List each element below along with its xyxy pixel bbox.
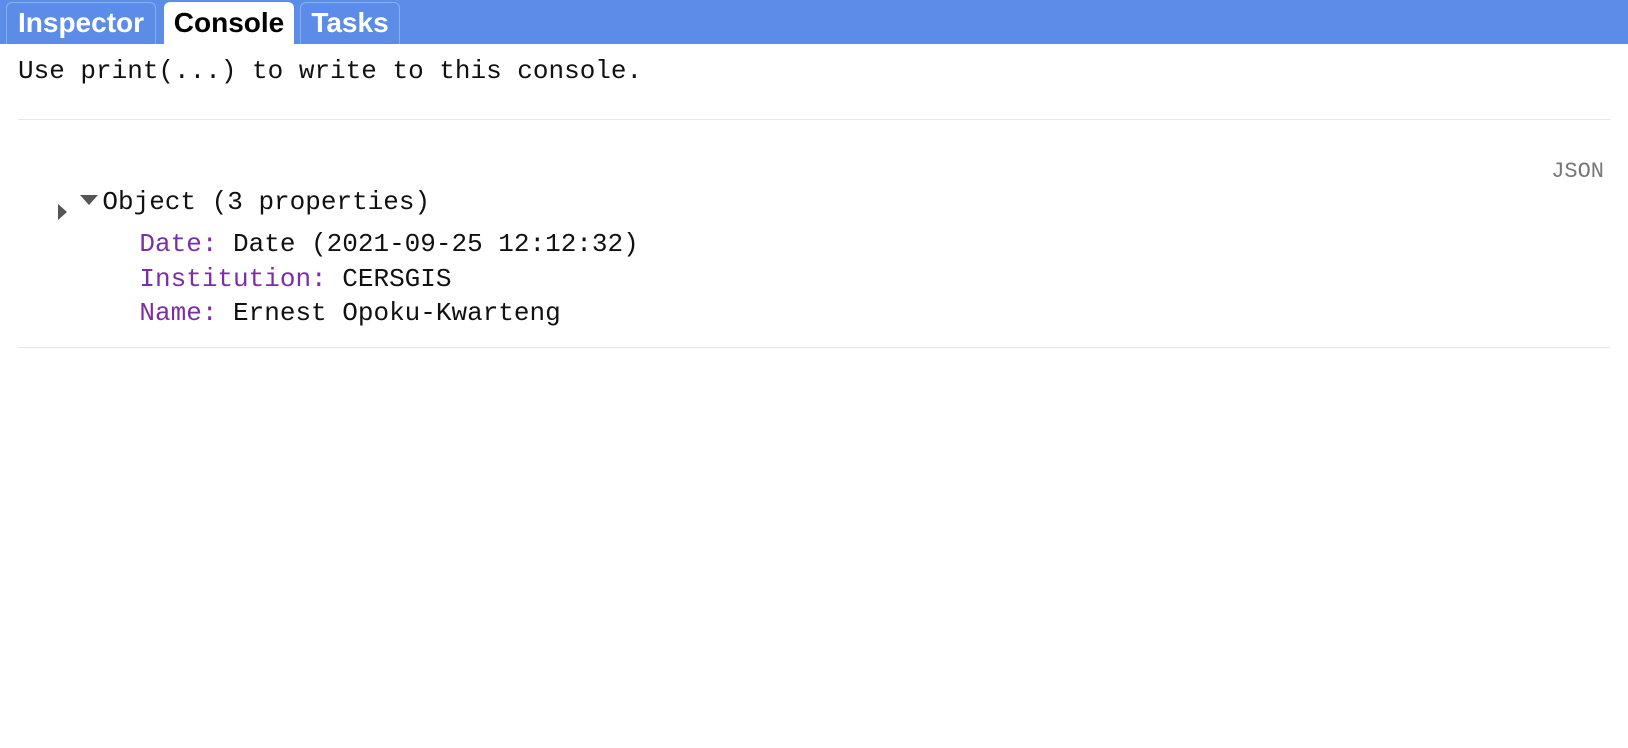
- property-name: Name: Ernest Opoku-Kwarteng: [77, 265, 560, 328]
- tab-console[interactable]: Console: [164, 2, 294, 44]
- divider: [18, 347, 1610, 348]
- divider: [18, 119, 1610, 120]
- triangle-right-icon[interactable]: [58, 204, 67, 220]
- tab-tasks[interactable]: Tasks: [300, 2, 400, 44]
- property-key: Name:: [139, 298, 218, 328]
- property-date[interactable]: Date: Date (2021-09-25 12:12:32): [77, 196, 638, 259]
- tab-bar: Inspector Console Tasks: [0, 0, 1628, 44]
- object-summary-row[interactable]: Object (3 properties): [18, 154, 430, 217]
- console-panel: Use print(...) to write to this console.…: [0, 44, 1628, 748]
- property-institution: Institution: CERSGIS: [77, 231, 451, 294]
- json-link[interactable]: JSON: [1551, 158, 1604, 186]
- property-value: Ernest Opoku-Kwarteng: [233, 298, 561, 328]
- console-hint: Use print(...) to write to this console.: [18, 56, 643, 86]
- tab-inspector[interactable]: Inspector: [6, 2, 156, 44]
